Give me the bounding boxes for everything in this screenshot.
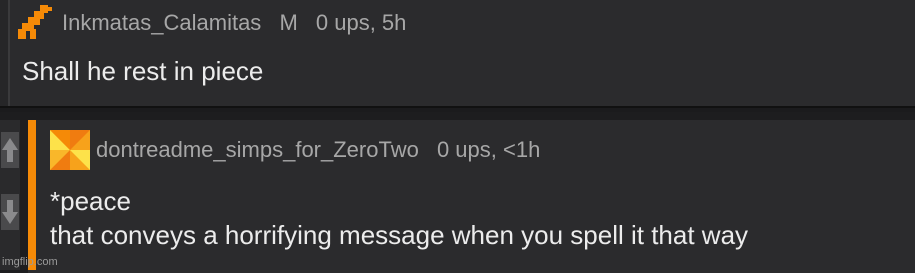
ups-timestamp: 0 ups, <1h: [436, 137, 541, 162]
username-link[interactable]: Inkmatas_Calamitas: [62, 10, 261, 35]
upvote-button[interactable]: [1, 132, 19, 168]
comment-top: Inkmatas_Calamitas M 0 ups, 5h Shall he …: [0, 0, 915, 108]
reply-card: dontreadme_simps_for_ZeroTwo 0 ups, <1h …: [28, 120, 915, 273]
comment-reply: dontreadme_simps_for_ZeroTwo 0 ups, <1h …: [0, 112, 915, 273]
downvote-button[interactable]: [1, 194, 19, 230]
thread-rail: [0, 0, 10, 106]
downvote-arrow-icon: [2, 200, 18, 224]
comment-text-line: *peace: [50, 186, 131, 216]
comment-text-line: that conveys a horrifying message when y…: [50, 220, 749, 250]
imgflip-watermark: imgflip.com: [2, 256, 58, 268]
orange-pinwheel-icon[interactable]: [50, 130, 90, 170]
comment-text: Shall he rest in piece: [22, 56, 264, 86]
orange-pixel-creature-icon[interactable]: [16, 3, 54, 41]
comment-text: *peace that conveys a horrifying message…: [50, 184, 748, 252]
gender-label: M: [279, 10, 298, 35]
vote-column: [0, 120, 20, 270]
ups-timestamp: 0 ups, 5h: [315, 10, 407, 35]
username-link[interactable]: dontreadme_simps_for_ZeroTwo: [96, 137, 419, 162]
own-comment-accent-bar: [28, 120, 36, 270]
comment-meta: Inkmatas_Calamitas M 0 ups, 5h: [62, 10, 418, 36]
upvote-arrow-icon: [2, 138, 18, 162]
comment-meta: dontreadme_simps_for_ZeroTwo 0 ups, <1h: [96, 137, 552, 163]
